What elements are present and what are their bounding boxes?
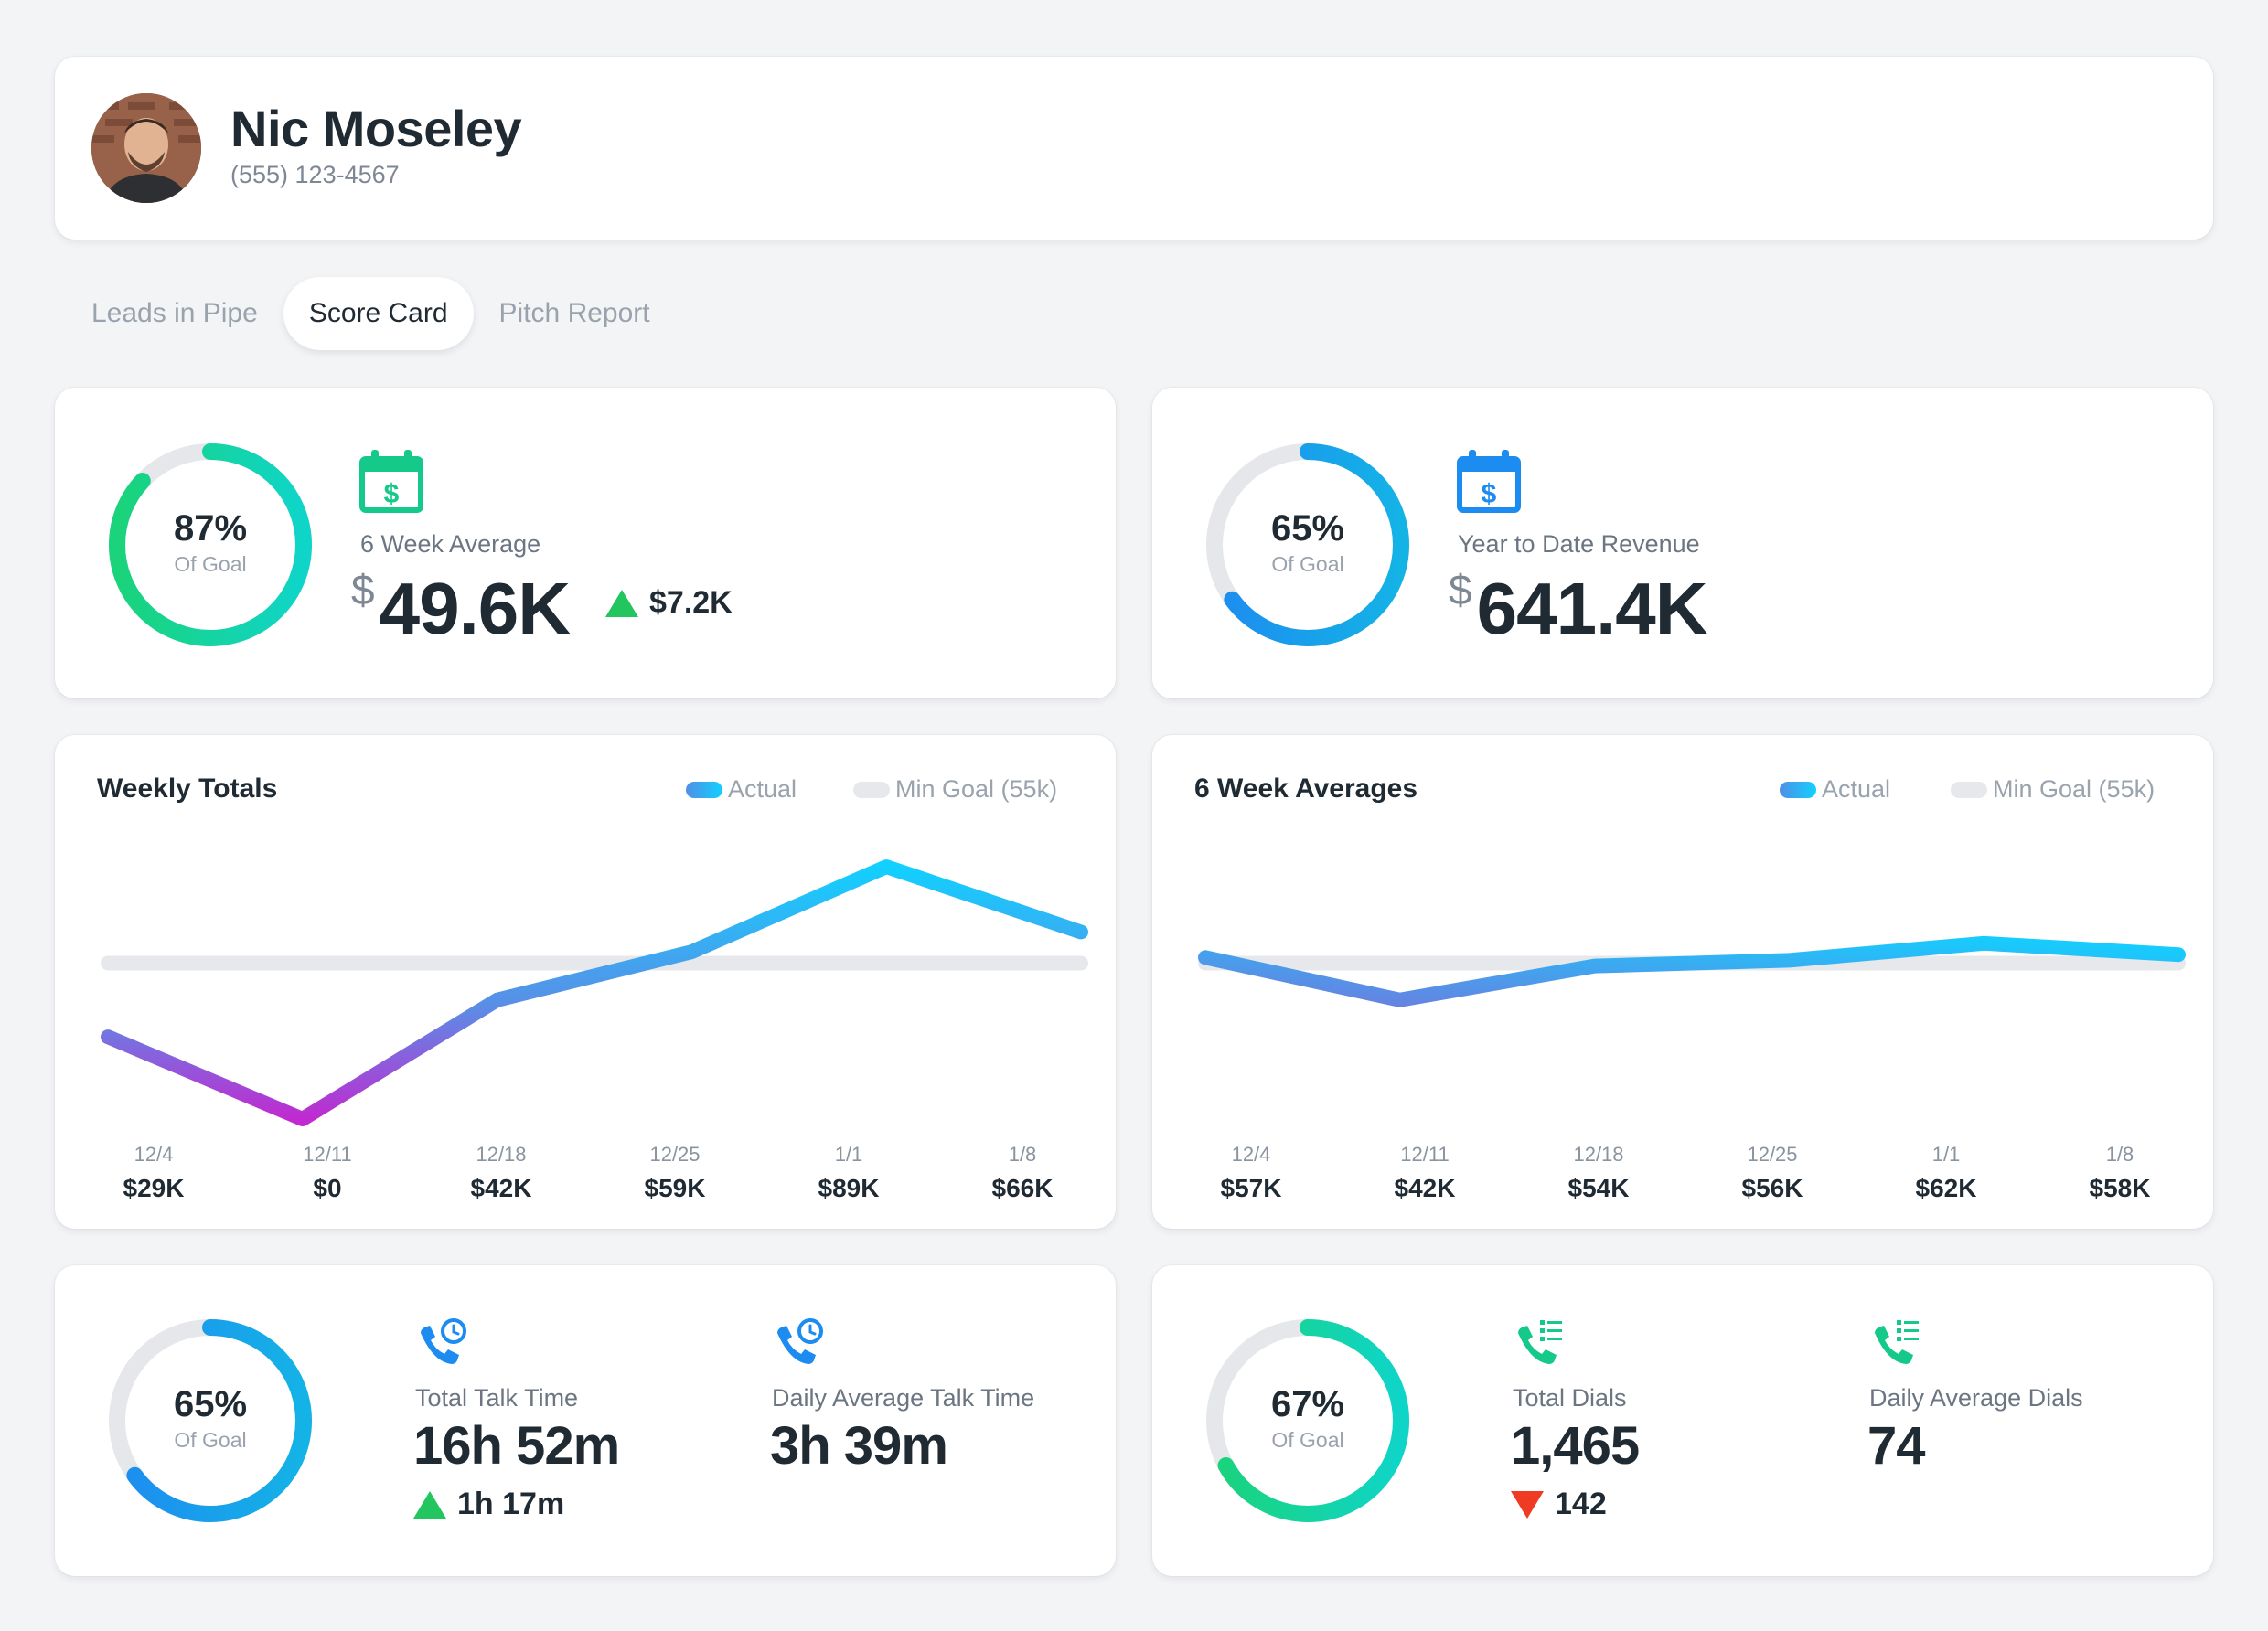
svg-text:$: $ <box>384 479 400 509</box>
profile-card: Nic Moseley (555) 123-4567 <box>55 57 2213 240</box>
dials-delta-value: 142 <box>1555 1487 1607 1521</box>
daily-average-dials-label: Daily Average Dials <box>1869 1384 2083 1412</box>
daily-average-dials-value: 74 <box>1867 1416 1926 1476</box>
ring-subtitle: Of Goal <box>174 1428 247 1452</box>
x-tick-label: 12/25 <box>649 1143 701 1166</box>
x-tick-label: 12/11 <box>303 1143 352 1166</box>
value-label: $57K <box>1220 1174 1282 1202</box>
value-label: $59K <box>644 1174 706 1202</box>
goal-ring: 65% Of Goal <box>1205 442 1410 647</box>
kpi-delta: $7.2K <box>605 585 733 621</box>
value-label: $0 <box>313 1174 342 1202</box>
weekly-totals-chart: Weekly Totals Actual Min Goal (55k) 12/4… <box>55 735 1116 1229</box>
x-tick-label: 1/8 <box>1008 1143 1037 1166</box>
ring-subtitle: Of Goal <box>174 552 247 576</box>
tab-score-card[interactable]: Score Card <box>283 277 474 350</box>
x-tick-label: 1/1 <box>834 1143 863 1166</box>
talk-time-card: 65% Of Goal Total Talk Time 16h 52m 1h 1… <box>55 1265 1116 1576</box>
kpi-label: 6 Week Average <box>360 530 541 558</box>
chart-plot <box>1198 935 2186 1007</box>
chart-plot <box>101 859 1088 1126</box>
x-tick-label: 12/25 <box>1747 1143 1798 1166</box>
x-tick-label: 1/8 <box>2105 1143 2134 1166</box>
svg-text:$: $ <box>1482 479 1497 509</box>
value-label: $62K <box>1915 1174 1977 1202</box>
talk-time-delta: 1h 17m <box>413 1487 564 1522</box>
ring-percent: 65% <box>173 1384 248 1424</box>
avatar[interactable] <box>91 93 201 203</box>
kpi-amount: 49.6K <box>379 568 571 649</box>
up-arrow-icon <box>605 589 638 617</box>
kpi-value: $641.4K <box>1449 566 1708 651</box>
down-arrow-icon <box>1511 1490 1544 1519</box>
daily-average-talk-time-label: Daily Average Talk Time <box>772 1384 1035 1412</box>
actual-line <box>101 859 1088 1126</box>
goal-ring: 87% Of Goal <box>108 442 313 647</box>
kpi-value: $49.6K <box>351 566 571 651</box>
six-week-averages-chart: 6 Week Averages Actual Min Goal (55k) 12… <box>1152 735 2213 1229</box>
ring-percent: 87% <box>173 508 248 549</box>
year-to-date-revenue-card: 65% Of Goal $ Year to Date Revenue $641.… <box>1152 388 2213 698</box>
phone-list-icon <box>1511 1317 1566 1376</box>
up-arrow-icon <box>413 1490 446 1519</box>
phone-clock-icon <box>413 1317 468 1376</box>
ring-percent: 65% <box>1270 508 1345 549</box>
currency-symbol: $ <box>351 566 375 613</box>
value-label: $42K <box>470 1174 532 1202</box>
ring-subtitle: Of Goal <box>1271 552 1344 576</box>
total-talk-time-label: Total Talk Time <box>415 1384 579 1412</box>
total-dials-value: 1,465 <box>1511 1416 1640 1476</box>
ring-percent: 67% <box>1270 1384 1345 1424</box>
calendar-dollar-icon: $ <box>358 448 424 518</box>
tab-bar: Leads in Pipe Score Card Pitch Report <box>66 277 676 350</box>
tab-pitch-report[interactable]: Pitch Report <box>474 277 676 350</box>
value-label: $58K <box>2089 1174 2151 1202</box>
value-label: $54K <box>1567 1174 1630 1202</box>
tab-leads-in-pipe[interactable]: Leads in Pipe <box>66 277 284 350</box>
value-label: $29K <box>123 1174 185 1202</box>
calendar-dollar-icon: $ <box>1456 448 1522 518</box>
ring-subtitle: Of Goal <box>1271 1428 1344 1452</box>
x-tick-label: 12/4 <box>134 1143 174 1166</box>
six-week-average-card: 87% Of Goal $ 6 Week Average $49.6K $7.2… <box>55 388 1116 698</box>
x-tick-label: 12/18 <box>476 1143 527 1166</box>
value-label: $89K <box>818 1174 880 1202</box>
dials-delta: 142 <box>1511 1487 1607 1522</box>
actual-line <box>1198 935 2186 1007</box>
profile-name: Nic Moseley <box>230 100 522 157</box>
total-talk-time-value: 16h 52m <box>413 1416 620 1476</box>
kpi-delta-value: $7.2K <box>649 585 733 620</box>
x-tick-label: 12/11 <box>1400 1143 1450 1166</box>
value-label: $66K <box>991 1174 1054 1202</box>
kpi-label: Year to Date Revenue <box>1458 530 1700 558</box>
goal-ring: 67% Of Goal <box>1205 1318 1410 1523</box>
daily-average-talk-time-value: 3h 39m <box>770 1416 948 1476</box>
value-label: $42K <box>1394 1174 1456 1202</box>
phone-list-icon <box>1867 1317 1922 1376</box>
kpi-amount: 641.4K <box>1476 568 1708 649</box>
dials-card: 67% Of Goal Total Dials 1,465 142 Daily … <box>1152 1265 2213 1576</box>
goal-ring: 65% Of Goal <box>108 1318 313 1523</box>
avatar-image <box>91 93 201 203</box>
total-dials-label: Total Dials <box>1513 1384 1627 1412</box>
currency-symbol: $ <box>1449 566 1472 613</box>
profile-phone: (555) 123-4567 <box>230 161 400 188</box>
phone-clock-icon <box>770 1317 825 1376</box>
x-tick-label: 1/1 <box>1931 1143 1961 1166</box>
talk-time-delta-value: 1h 17m <box>457 1487 565 1521</box>
value-label: $56K <box>1741 1174 1803 1202</box>
x-tick-label: 12/18 <box>1573 1143 1624 1166</box>
x-tick-label: 12/4 <box>1231 1143 1271 1166</box>
